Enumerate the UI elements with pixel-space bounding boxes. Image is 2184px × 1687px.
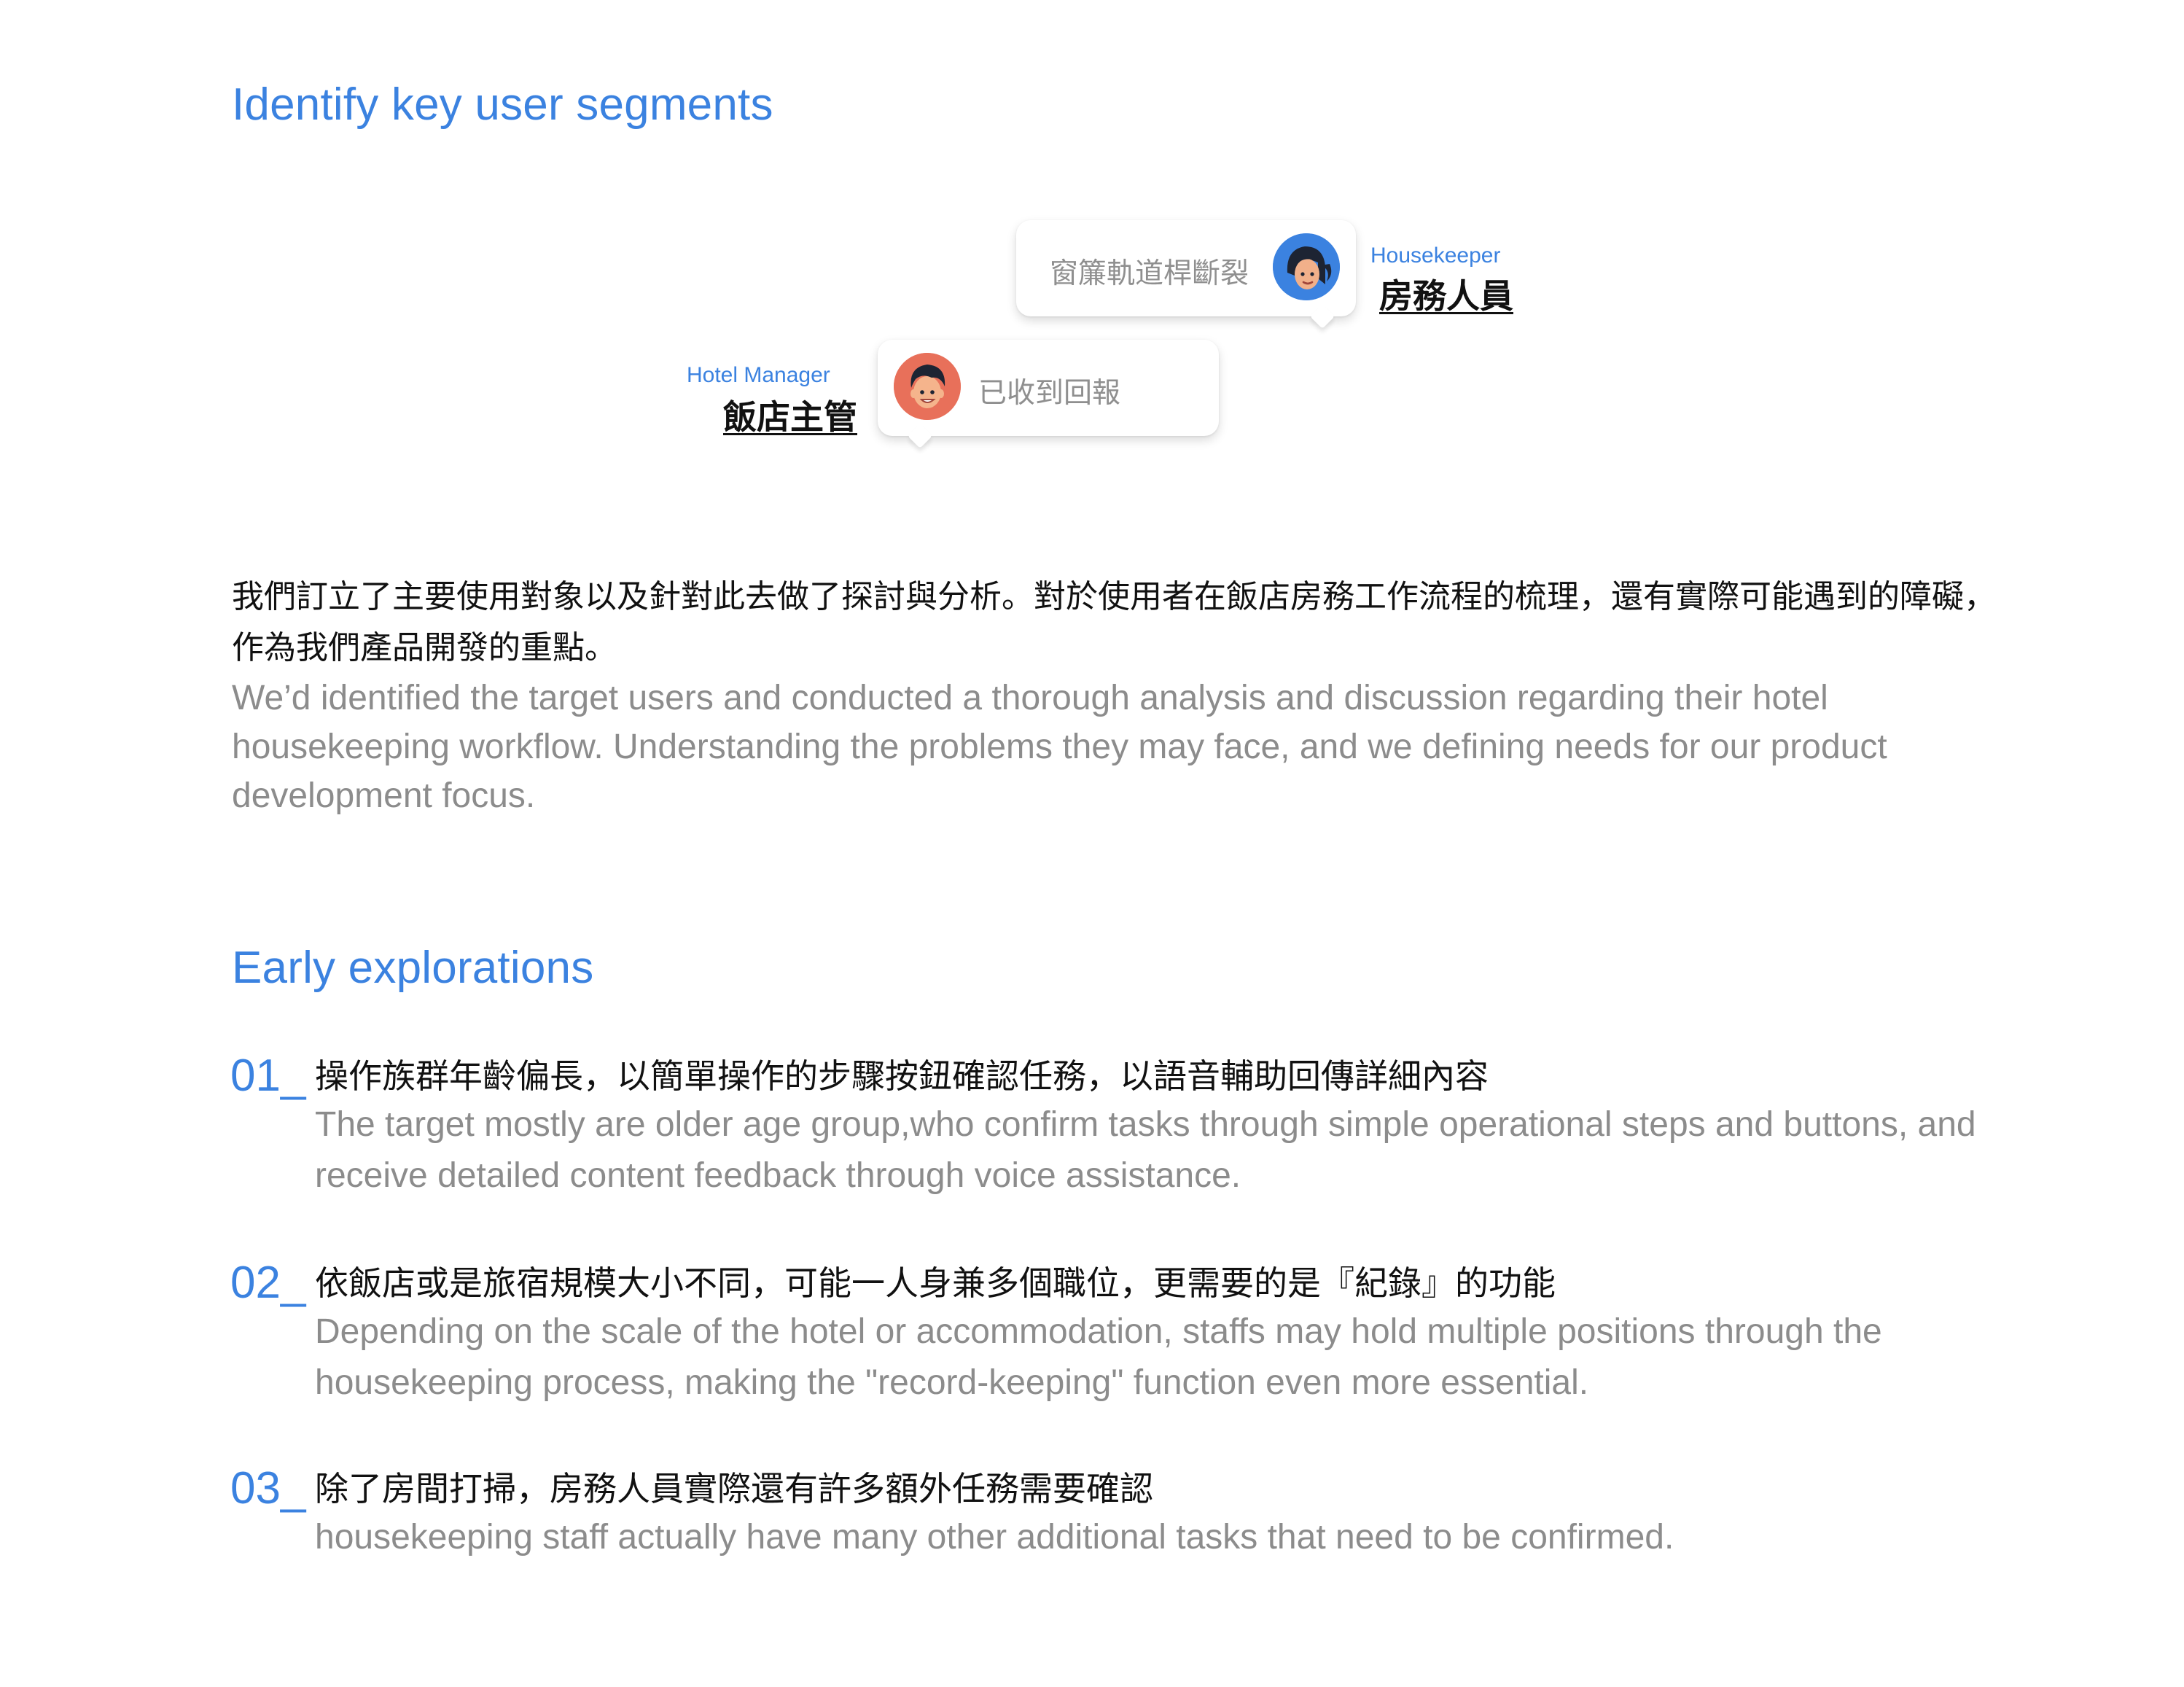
segments-description-zh: 我們訂立了主要使用對象以及針對此去做了探討與分析。對於使用者在飯店房務工作流程的… [232, 579, 1996, 666]
housekeeper-message-text: 窗簾軌道桿斷裂 [1050, 258, 1249, 289]
manager-role-en: Hotel Manager [687, 363, 830, 387]
manager-role-zh: 飯店主管 [723, 398, 857, 436]
segments-description-en: We’d identified the target users and con… [232, 679, 1887, 815]
exploration-item-zh: 依飯店或是旅宿規模大小不同，可能一人身兼多個職位，更需要的是『紀錄』的功能 [315, 1264, 1556, 1302]
manager-face-icon [894, 353, 961, 420]
exploration-item-zh: 操作族群年齡偏長，以簡單操作的步驟按鈕確認任務，以語音輔助回傳詳細內容 [315, 1057, 1489, 1095]
section-title-explorations: Early explorations [232, 943, 594, 993]
exploration-number: 02_ [230, 1258, 306, 1308]
housekeeper-role-zh: 房務人員 [1379, 277, 1513, 315]
exploration-number: 01_ [230, 1051, 306, 1101]
section-title-segments: Identify key user segments [232, 79, 773, 130]
housekeeper-message-bubble: 窗簾軌道桿斷裂 [1016, 220, 1356, 329]
bubble-tail [1310, 304, 1335, 329]
exploration-item-en: The target mostly are older age group,wh… [315, 1105, 1976, 1195]
housekeeper-role-en: Housekeeper [1370, 243, 1501, 268]
manager-avatar [894, 353, 961, 420]
housekeeper-face-icon [1273, 233, 1340, 300]
manager-message-bubble: 已收到回報 [878, 340, 1219, 448]
housekeeper-avatar [1273, 233, 1340, 300]
bubble-tail [908, 424, 932, 448]
manager-message-text: 已收到回報 [978, 378, 1121, 409]
exploration-item-en: Depending on the scale of the hotel or a… [315, 1312, 1882, 1402]
exploration-item-en: housekeeping staff actually have many ot… [315, 1518, 1674, 1557]
exploration-number: 03_ [230, 1463, 306, 1513]
exploration-item-zh: 除了房間打掃，房務人員實際還有許多額外任務需要確認 [315, 1470, 1153, 1508]
